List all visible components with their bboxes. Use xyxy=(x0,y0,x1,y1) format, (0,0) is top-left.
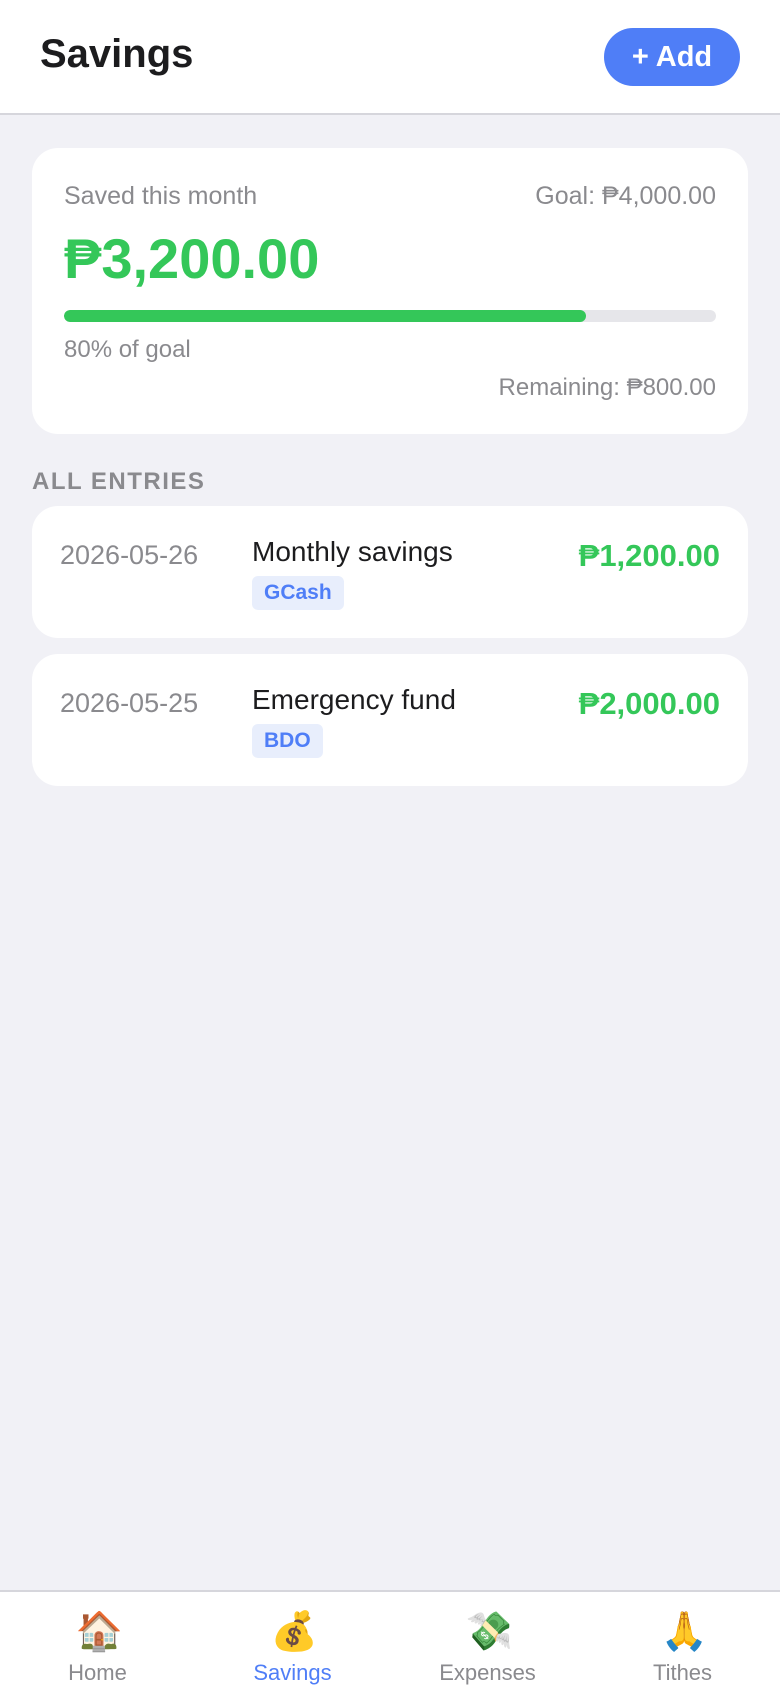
praying-hands-icon: 🙏 xyxy=(660,1611,708,1653)
money-with-wings-icon: 💸 xyxy=(465,1611,513,1653)
goal-progress-fill xyxy=(64,310,586,322)
goal-amount: Goal: ₱4,000.00 xyxy=(535,182,716,210)
tab-tithes[interactable]: 🙏 Tithes xyxy=(585,1592,780,1688)
add-button[interactable]: + Add xyxy=(604,28,740,86)
page-title: Savings xyxy=(40,32,194,76)
entry-date: 2026-05-26 xyxy=(60,540,199,570)
saved-amount: ₱3,200.00 xyxy=(64,227,320,290)
goal-progress-bar xyxy=(64,310,716,322)
tab-expenses[interactable]: 💸 Expenses xyxy=(390,1592,585,1688)
saved-this-month-label: Saved this month xyxy=(64,182,258,210)
entry-account-tag: BDO xyxy=(252,724,323,758)
tab-label: Home xyxy=(68,1660,127,1685)
entry-amount: ₱2,000.00 xyxy=(578,686,720,721)
money-bag-icon: 💰 xyxy=(270,1611,318,1653)
savings-screen: Savings + Add Saved this month Goal: ₱4,… xyxy=(0,0,780,1688)
all-entries-heading: ALL ENTRIES xyxy=(32,468,206,495)
entry-amount: ₱1,200.00 xyxy=(578,538,720,573)
entry-card[interactable]: 2026-05-25 Emergency fund BDO ₱2,000.00 xyxy=(32,654,748,786)
bottom-tab-bar: 🏠 Home 💰 Savings 💸 Expenses 🙏 Tithes xyxy=(0,1590,780,1688)
tab-label: Expenses xyxy=(439,1660,536,1685)
tab-label: Tithes xyxy=(652,1660,713,1685)
entry-title: Emergency fund xyxy=(252,684,456,715)
percent-of-goal: 80% of goal xyxy=(64,336,191,363)
header: Savings + Add xyxy=(0,0,780,115)
entry-date: 2026-05-25 xyxy=(60,688,199,718)
tab-home[interactable]: 🏠 Home xyxy=(0,1592,195,1688)
entry-title: Monthly savings xyxy=(252,536,453,567)
tab-label: Savings xyxy=(253,1660,332,1685)
savings-summary-card: Saved this month Goal: ₱4,000.00 ₱3,200.… xyxy=(32,148,748,434)
tab-savings[interactable]: 💰 Savings xyxy=(195,1592,390,1688)
entry-card[interactable]: 2026-05-26 Monthly savings GCash ₱1,200.… xyxy=(32,506,748,638)
entry-account-tag: GCash xyxy=(252,576,344,610)
house-icon: 🏠 xyxy=(75,1611,123,1653)
remaining-amount: Remaining: ₱800.00 xyxy=(498,374,716,401)
